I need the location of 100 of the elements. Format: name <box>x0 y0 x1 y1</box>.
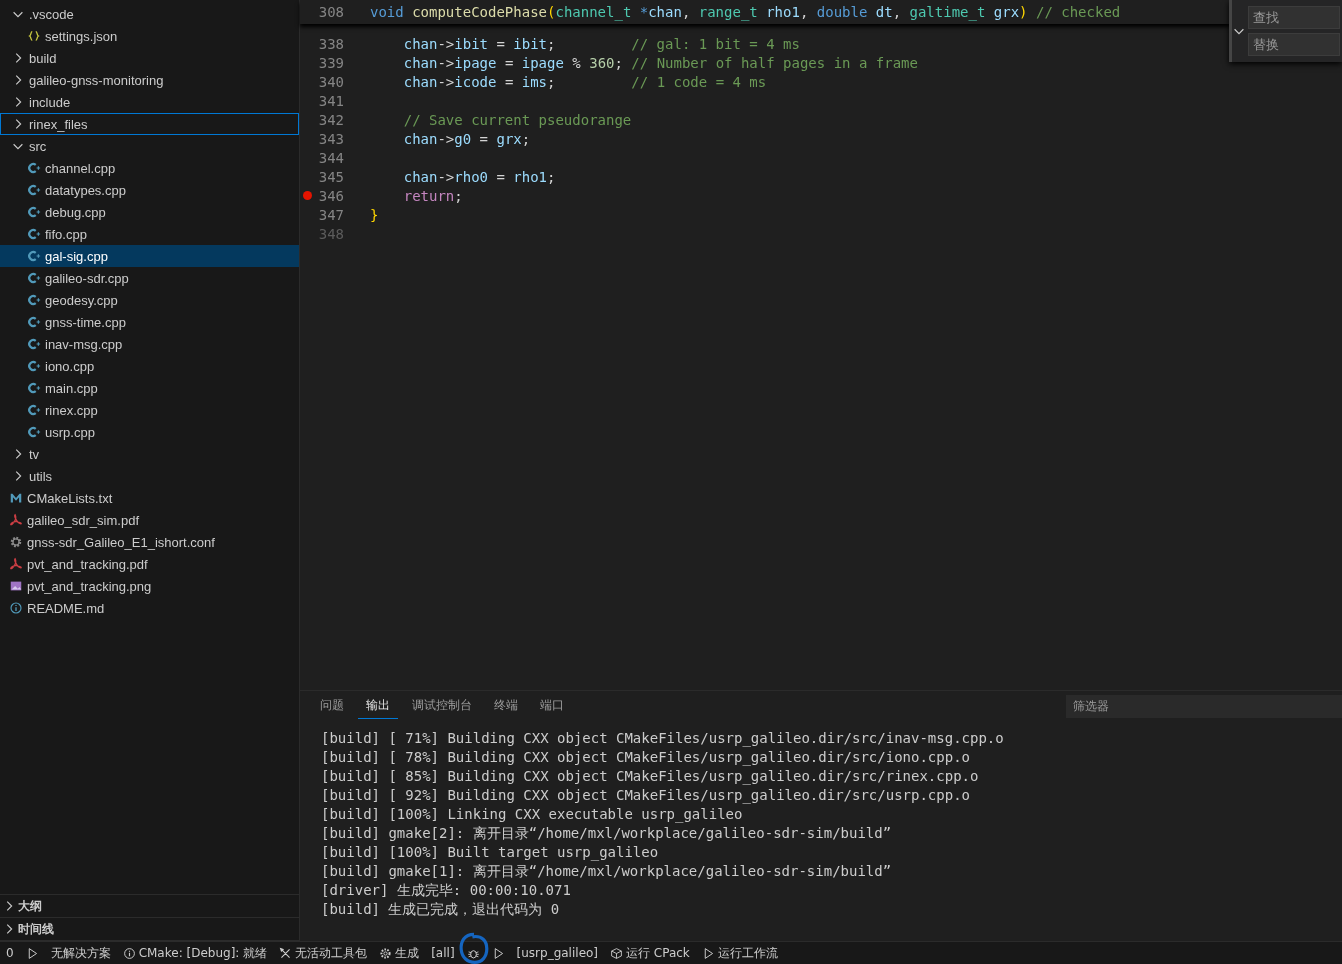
tree-item[interactable]: geodesy.cpp <box>0 289 299 311</box>
tree-item[interactable]: galileo-gnss-monitoring <box>0 69 299 91</box>
panel-tab[interactable]: 输出 <box>358 693 398 719</box>
tree-item[interactable]: utils <box>0 465 299 487</box>
code-line: // Save current pseudorange <box>402 111 632 128</box>
output-line: [build] gmake[1]: 离开目录“/home/mxl/workplace/galileo-sdr-sim/build” <box>321 862 893 881</box>
code-line: return; <box>402 187 463 204</box>
tree-item[interactable]: gal-sig.cpp <box>0 245 299 267</box>
line-number: 342 <box>317 111 344 128</box>
tree-item[interactable]: gnss-sdr_Galileo_E1_ishort.conf <box>0 531 299 553</box>
tree-item[interactable]: debug.cpp <box>0 201 299 223</box>
c-file-icon <box>27 161 41 175</box>
line-number: 344 <box>317 149 344 166</box>
c-file-icon <box>27 205 41 219</box>
tree-item[interactable]: src <box>0 135 299 157</box>
tree-item[interactable]: CMakeLists.txt <box>0 487 299 509</box>
tree-item[interactable]: tv <box>0 443 299 465</box>
line-number: 348 <box>317 225 344 242</box>
tree-item[interactable]: iono.cpp <box>0 355 299 377</box>
status-item[interactable]: 运行工作流 <box>695 942 784 964</box>
line-number: 340 <box>317 73 344 90</box>
output-line: [build] [ 92%] Building CXX object CMakeFiles/usrp_galileo.dir/src/usrp.cpp.o <box>321 786 971 805</box>
status-item[interactable]: 无解决方案 <box>44 942 117 964</box>
panel-tab[interactable]: 问题 <box>312 693 352 719</box>
code-line: chan->rho0 = rho1; <box>402 168 556 185</box>
line-number: 343 <box>317 130 344 147</box>
tree-item[interactable]: rinex_files <box>0 113 299 135</box>
tree-item[interactable]: README.md <box>0 597 299 619</box>
output-line: [build] [100%] Linking CXX executable usrp_galileo <box>321 805 744 824</box>
output-line: [build] [ 78%] Building CXX object CMakeFiles/usrp_galileo.dir/src/iono.cpp.o <box>321 748 971 767</box>
c-file-icon <box>27 359 41 373</box>
output-line: [build] [ 85%] Building CXX object CMakeFiles/usrp_galileo.dir/src/rinex.cpp.o <box>321 767 980 786</box>
status-item[interactable]: 0 <box>0 942 20 964</box>
info-icon <box>122 946 136 960</box>
code-line: chan->ipage = ipage % 360; // Number of half pages in a frame <box>402 54 918 71</box>
output-line: [build] gmake[2]: 离开目录“/home/mxl/workplace/galileo-sdr-sim/build” <box>321 824 893 843</box>
tree-item[interactable]: .vscode <box>0 3 299 25</box>
c-file-icon <box>27 249 41 263</box>
replace-field[interactable]: 替换 <box>1248 33 1340 56</box>
box-icon <box>610 946 624 960</box>
tree-item[interactable]: galileo_sdr_sim.pdf <box>0 509 299 531</box>
tree-item[interactable]: pvt_and_tracking.pdf <box>0 553 299 575</box>
pdf-icon <box>9 557 23 571</box>
line-number: 341 <box>317 92 344 109</box>
tree-item[interactable]: channel.cpp <box>0 157 299 179</box>
output-line: [build] [ 71%] Building CXX object CMakeFiles/usrp_galileo.dir/src/inav-msg.cpp.o <box>321 729 1005 748</box>
find-field[interactable]: 查找 <box>1248 6 1340 29</box>
breakpoint-dot[interactable] <box>302 191 312 200</box>
status-item[interactable]: CMake: [Debug]: 就绪 <box>116 942 274 964</box>
line-number: 338 <box>317 35 344 52</box>
tools-icon <box>279 946 293 960</box>
gear-icon <box>379 946 393 960</box>
tree-item[interactable]: main.cpp <box>0 377 299 399</box>
c-file-icon <box>27 403 41 417</box>
status-item[interactable]: 运行 CPack <box>604 942 696 964</box>
filter-field[interactable]: 筛选器 <box>1066 694 1342 718</box>
tree-item[interactable]: galileo-sdr.cpp <box>0 267 299 289</box>
c-file-icon <box>27 293 41 307</box>
c-file-icon <box>27 227 41 241</box>
panel-tab[interactable]: 终端 <box>486 693 526 719</box>
line-number: 346 <box>317 187 344 204</box>
tree-item[interactable]: datatypes.cpp <box>0 179 299 201</box>
tree-item[interactable]: rinex.cpp <box>0 399 299 421</box>
output-line: [driver] 生成完毕: 00:00:10.071 <box>321 881 572 900</box>
code-line: chan->icode = ims; // 1 code = 4 ms <box>402 73 767 90</box>
tree-item[interactable]: inav-msg.cpp <box>0 333 299 355</box>
c-file-icon <box>27 183 41 197</box>
image-icon <box>9 579 23 593</box>
output-line: [build] [100%] Built target usrp_galileo <box>321 843 660 862</box>
c-file-icon <box>27 425 41 439</box>
braces-icon <box>27 29 41 43</box>
status-item[interactable]: [usrp_galileo] <box>510 942 605 964</box>
line-number: 347 <box>317 206 344 223</box>
line-number: 339 <box>317 54 344 71</box>
tree-item[interactable]: gnss-time.cpp <box>0 311 299 333</box>
info-icon <box>9 601 23 615</box>
code-line: } <box>370 206 379 223</box>
status-item[interactable]: 生成 <box>373 942 426 964</box>
pdf-icon <box>9 513 23 527</box>
status-item[interactable]: 无活动工具包 <box>273 942 374 964</box>
c-file-icon <box>27 337 41 351</box>
tree-item[interactable]: build <box>0 47 299 69</box>
code-line: chan->ibit = ibit; // gal: 1 bit = 4 ms <box>402 35 800 52</box>
gear-icon <box>9 535 23 549</box>
panel-tab[interactable]: 端口 <box>532 693 572 719</box>
c-file-icon <box>27 315 41 329</box>
c-file-icon <box>27 381 41 395</box>
c-file-icon <box>27 271 41 285</box>
m-icon <box>9 491 23 505</box>
code-line: chan->g0 = grx; <box>402 130 531 147</box>
status-item[interactable]: [all] <box>425 942 461 964</box>
tree-item[interactable]: fifo.cpp <box>0 223 299 245</box>
panel-tab[interactable]: 调试控制台 <box>404 693 480 719</box>
tree-item[interactable]: pvt_and_tracking.png <box>0 575 299 597</box>
tree-item[interactable]: include <box>0 91 299 113</box>
tree-item[interactable]: settings.json <box>0 25 299 47</box>
output-line: [build] 生成已完成，退出代码为 0 <box>321 900 561 919</box>
section-header[interactable]: 大纲 <box>0 895 299 918</box>
tree-item[interactable]: usrp.cpp <box>0 421 299 443</box>
line-number: 345 <box>317 168 344 185</box>
